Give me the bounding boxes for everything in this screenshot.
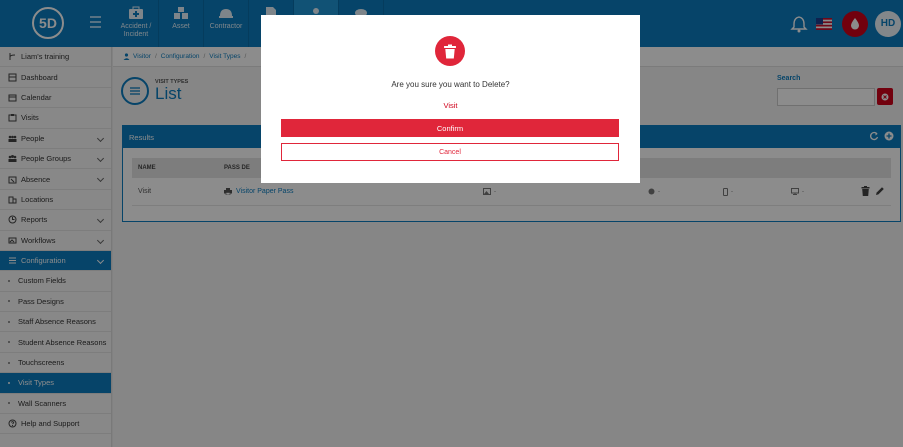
delete-dialog-icon (435, 36, 465, 66)
confirm-button[interactable]: Confirm (281, 119, 619, 137)
dialog-message: Are you sure you want to Delete? (391, 80, 510, 89)
cancel-button[interactable]: Cancel (281, 143, 619, 161)
trash-icon (444, 44, 456, 58)
dialog-item-name: Visit (443, 101, 458, 110)
delete-confirm-dialog: Are you sure you want to Delete? Visit C… (261, 15, 640, 183)
